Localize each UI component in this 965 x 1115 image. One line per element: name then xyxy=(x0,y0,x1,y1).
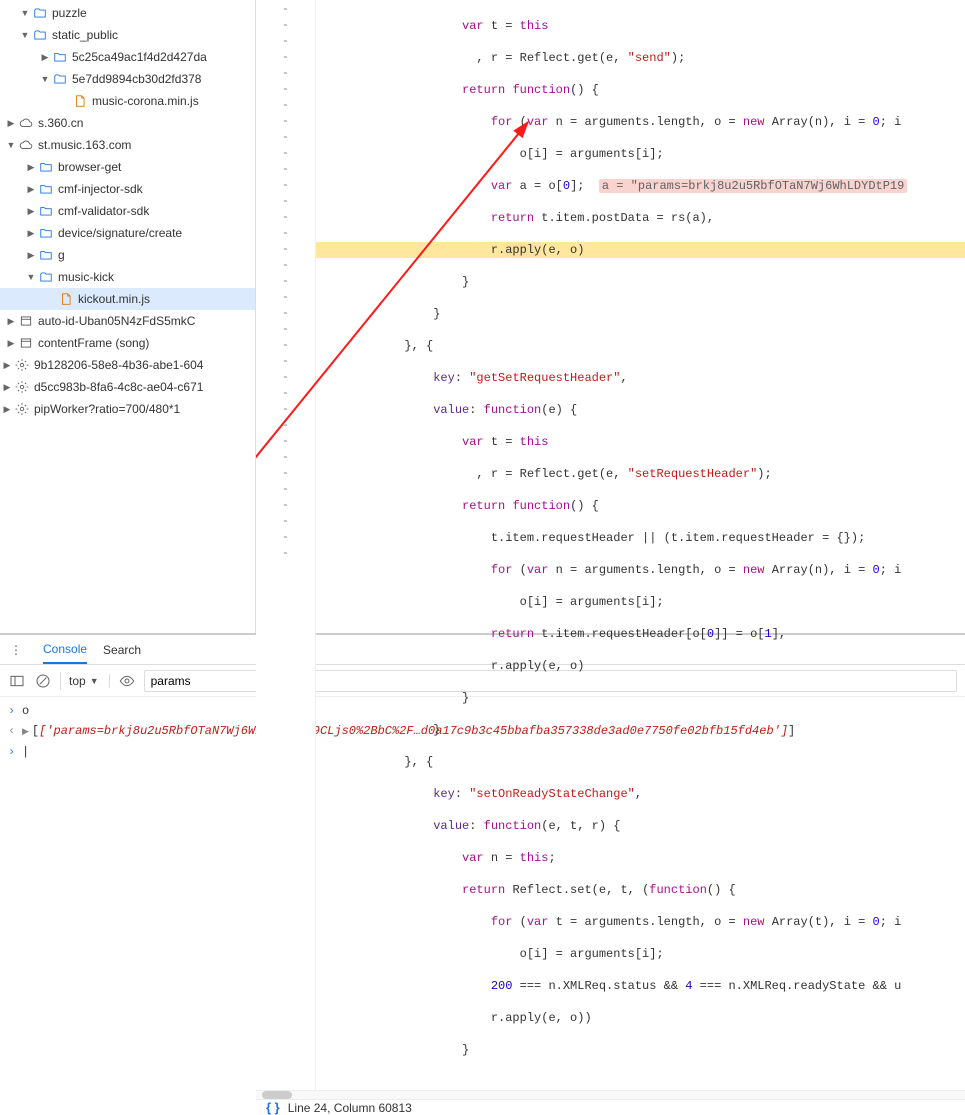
tree-label: g xyxy=(58,248,65,262)
tree-label: kickout.min.js xyxy=(78,292,150,306)
code-editor: ---- ---- ---- ---- ---- ---- ---- ---- … xyxy=(256,0,965,633)
separator xyxy=(60,672,61,690)
frame-icon xyxy=(18,313,34,329)
tree-item-puzzle[interactable]: ▼ puzzle xyxy=(0,2,255,24)
tree-label: puzzle xyxy=(52,6,87,20)
code-content[interactable]: var t = this , r = Reflect.get(e, "send"… xyxy=(316,0,965,1090)
folder-icon xyxy=(52,49,68,65)
input-arrow-icon: › xyxy=(8,743,22,761)
context-selector[interactable]: top ▼ xyxy=(69,674,110,688)
tree-label: pipWorker?ratio=700/480*1 xyxy=(34,402,180,416)
chevron-right-icon: ▶ xyxy=(6,118,16,129)
tree-item[interactable]: ▶ 5c25ca49ac1f4d2d427da xyxy=(0,46,255,68)
tree-label: 5c25ca49ac1f4d2d427da xyxy=(72,50,207,64)
frame-icon xyxy=(18,335,34,351)
tree-label: device/signature/create xyxy=(58,226,182,240)
tree-label: auto-id-Uban05N4zFdS5mkC xyxy=(38,314,195,328)
tree-label: d5cc983b-8fa6-4c8c-ae04-c671 xyxy=(34,380,203,394)
tree-item-file-selected[interactable]: kickout.min.js xyxy=(0,288,255,310)
tree-item-static-public[interactable]: ▼ static_public xyxy=(0,24,255,46)
folder-icon xyxy=(52,71,68,87)
more-tabs-icon[interactable]: ⋮ xyxy=(6,643,27,657)
folder-icon xyxy=(32,5,48,21)
clear-console-icon[interactable] xyxy=(34,672,52,690)
horizontal-scrollbar[interactable] xyxy=(256,1090,965,1099)
chevron-right-icon: ▶ xyxy=(40,52,50,63)
status-bar: { } Line 24, Column 60813 xyxy=(256,1099,965,1115)
folder-icon xyxy=(38,247,54,263)
chevron-right-icon: ▶ xyxy=(2,404,12,415)
folder-icon xyxy=(38,203,54,219)
tree-label: music-corona.min.js xyxy=(92,94,199,108)
tree-item-domain[interactable]: ▶ s.360.cn xyxy=(0,112,255,134)
tab-search[interactable]: Search xyxy=(103,637,141,663)
tree-label: browser-get xyxy=(58,160,121,174)
input-arrow-icon: › xyxy=(8,702,22,720)
chevron-right-icon[interactable]: ▶ xyxy=(22,727,29,737)
tree-item-worker[interactable]: ▶ pipWorker?ratio=700/480*1 xyxy=(0,398,255,420)
tab-console[interactable]: Console xyxy=(43,636,87,664)
chevron-right-icon: ▶ xyxy=(26,250,36,261)
chevron-down-icon: ▼ xyxy=(40,74,50,84)
tree-label: static_public xyxy=(52,28,118,42)
tree-item[interactable]: ▶ device/signature/create xyxy=(0,222,255,244)
cloud-icon xyxy=(18,137,34,153)
file-icon xyxy=(58,291,74,307)
chevron-right-icon: ▶ xyxy=(2,360,12,371)
tree-item[interactable]: ▶ cmf-injector-sdk xyxy=(0,178,255,200)
tree-item-worker[interactable]: ▶ 9b128206-58e8-4b36-abe1-604 xyxy=(0,354,255,376)
tree-item-worker[interactable]: ▶ d5cc983b-8fa6-4c8c-ae04-c671 xyxy=(0,376,255,398)
tree-label: contentFrame (song) xyxy=(38,336,149,350)
gear-icon xyxy=(14,379,30,395)
eye-icon[interactable] xyxy=(118,672,136,690)
tree-item[interactable]: ▼ 5e7dd9894cb30d2fd378 xyxy=(0,68,255,90)
tree-label: 9b128206-58e8-4b36-abe1-604 xyxy=(34,358,203,372)
tree-item-domain[interactable]: ▼ st.music.163.com xyxy=(0,134,255,156)
tree-label: cmf-injector-sdk xyxy=(58,182,143,196)
chevron-right-icon: ▶ xyxy=(2,382,12,393)
chevron-down-icon: ▼ xyxy=(26,272,36,282)
tree-label: 5e7dd9894cb30d2fd378 xyxy=(72,72,201,86)
inline-value: a = "params=brkj8u2u5RbfOTaN7Wj6WhLDYDtP… xyxy=(599,179,907,193)
sidebar-toggle-icon[interactable] xyxy=(8,672,26,690)
tree-label: st.music.163.com xyxy=(38,138,131,152)
chevron-down-icon: ▼ xyxy=(6,140,16,150)
chevron-right-icon: ▶ xyxy=(26,184,36,195)
chevron-right-icon: ▶ xyxy=(26,162,36,173)
tree-item[interactable]: ▼ music-kick xyxy=(0,266,255,288)
gear-icon xyxy=(14,357,30,373)
tree-item[interactable]: ▶ g xyxy=(0,244,255,266)
cursor-position: Line 24, Column 60813 xyxy=(288,1101,412,1115)
chevron-down-icon: ▼ xyxy=(20,8,30,18)
tree-label: s.360.cn xyxy=(38,116,83,130)
file-icon xyxy=(72,93,88,109)
chevron-down-icon: ▼ xyxy=(90,676,99,686)
chevron-right-icon: ▶ xyxy=(26,228,36,239)
chevron-down-icon: ▼ xyxy=(20,30,30,40)
tree-item[interactable]: ▶ cmf-validator-sdk xyxy=(0,200,255,222)
folder-icon xyxy=(32,27,48,43)
pretty-print-icon[interactable]: { } xyxy=(266,1100,280,1115)
folder-icon xyxy=(38,225,54,241)
output-arrow-icon: ‹ xyxy=(8,722,22,740)
tree-item-frame[interactable]: ▶ contentFrame (song) xyxy=(0,332,255,354)
tree-item[interactable]: ▶ browser-get xyxy=(0,156,255,178)
tree-label: music-kick xyxy=(58,270,114,284)
context-label: top xyxy=(69,674,86,688)
tree-item-file[interactable]: music-corona.min.js xyxy=(0,90,255,112)
chevron-right-icon: ▶ xyxy=(6,338,16,349)
folder-icon xyxy=(38,181,54,197)
chevron-right-icon: ▶ xyxy=(6,316,16,327)
chevron-right-icon: ▶ xyxy=(26,206,36,217)
gutter[interactable]: ---- ---- ---- ---- ---- ---- ---- ---- … xyxy=(256,0,316,1090)
folder-icon xyxy=(38,159,54,175)
tree-item-frame[interactable]: ▶ auto-id-Uban05N4zFdS5mkC xyxy=(0,310,255,332)
file-tree[interactable]: ▼ puzzle ▼ static_public ▶ 5c25ca49ac1f4… xyxy=(0,0,256,633)
cloud-icon xyxy=(18,115,34,131)
scrollbar-thumb[interactable] xyxy=(262,1091,292,1099)
highlighted-line: r.apply(e, o) xyxy=(316,242,965,258)
gear-icon xyxy=(14,401,30,417)
folder-icon xyxy=(38,269,54,285)
tree-label: cmf-validator-sdk xyxy=(58,204,149,218)
